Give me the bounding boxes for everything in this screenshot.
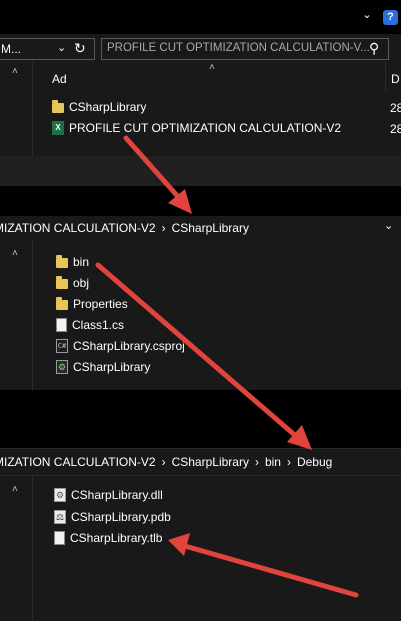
red-arrow-3 xyxy=(168,533,359,598)
annotation-arrows xyxy=(95,135,359,598)
red-arrow-1 xyxy=(123,135,192,214)
red-arrow-2 xyxy=(95,262,312,450)
